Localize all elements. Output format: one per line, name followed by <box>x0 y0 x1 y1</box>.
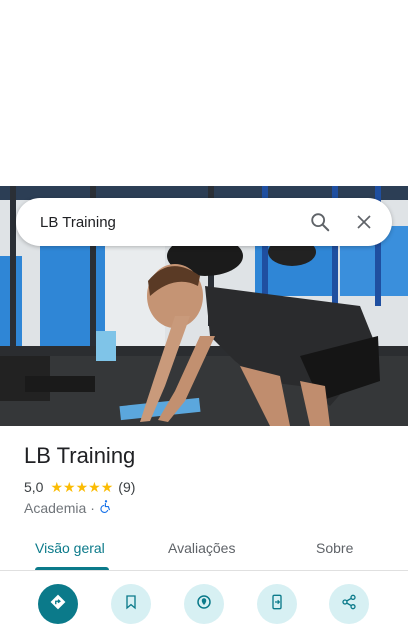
star-icon: ★ <box>100 479 114 495</box>
search-icon[interactable] <box>298 200 342 244</box>
rating-stars: ★ ★ ★ ★ ★ <box>50 480 113 494</box>
rating-value: 5,0 <box>24 479 44 495</box>
rating-row[interactable]: 5,0 ★ ★ ★ ★ ★ (9) <box>24 479 135 495</box>
send-to-phone-button[interactable] <box>257 584 297 624</box>
nearby-icon <box>195 593 213 616</box>
star-icon: ★ <box>63 479 76 495</box>
tab-bar: Visão geral Avaliações Sobre <box>0 530 408 571</box>
nearby-button[interactable] <box>184 584 224 624</box>
place-title: LB Training <box>24 443 136 468</box>
bookmark-icon <box>123 594 139 615</box>
review-count[interactable]: (9) <box>118 479 135 495</box>
close-icon[interactable] <box>342 200 386 244</box>
wheelchair-icon <box>99 499 113 516</box>
place-category: Academia <box>24 499 87 516</box>
tab-about[interactable]: Sobre <box>316 540 353 556</box>
directions-icon <box>49 593 67 616</box>
share-icon <box>341 594 357 615</box>
separator: · <box>90 499 95 516</box>
send-to-phone-icon <box>269 593 285 616</box>
directions-button[interactable] <box>38 584 78 624</box>
search-bar[interactable]: LB Training <box>16 198 392 246</box>
star-icon: ★ <box>75 479 89 495</box>
share-button[interactable] <box>329 584 369 624</box>
save-button[interactable] <box>111 584 151 624</box>
blank-area <box>0 0 408 186</box>
action-bar <box>0 584 408 624</box>
category-row: Academia · <box>24 499 113 516</box>
star-icon: ★ <box>50 479 64 495</box>
tab-overview[interactable]: Visão geral <box>35 540 105 556</box>
search-query[interactable]: LB Training <box>16 214 298 231</box>
star-icon: ★ <box>88 479 101 495</box>
tab-reviews[interactable]: Avaliações <box>168 540 235 556</box>
active-tab-indicator <box>35 567 109 570</box>
